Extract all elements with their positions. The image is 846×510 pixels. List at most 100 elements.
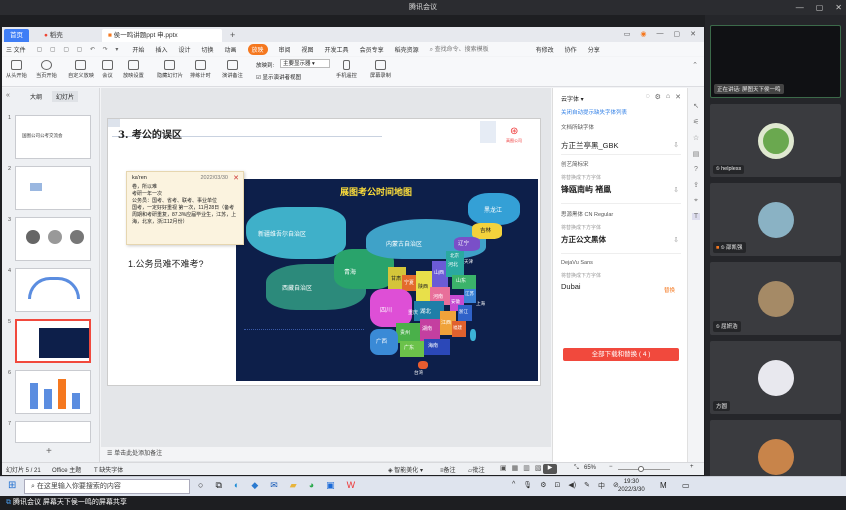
play-slideshow-button[interactable]: ▶ [543, 464, 557, 474]
add-slide-icon[interactable]: + [46, 446, 52, 457]
close-icon[interactable]: ✕ [835, 0, 842, 15]
widgets-icon[interactable]: ⧉ [215, 480, 221, 491]
star-icon[interactable]: ☆ [693, 134, 699, 142]
menu-member[interactable]: 会员专享 [360, 45, 384, 54]
command-search[interactable]: ⌕ 查找命令、搜索模板 [430, 44, 489, 54]
download-replace-all-button[interactable]: 全部下载和替换 ( 4 ) [563, 348, 679, 361]
edge-icon[interactable]: ◐ [234, 480, 239, 491]
new-tab-button[interactable]: + [224, 29, 241, 42]
language-indicator[interactable]: 中 [598, 481, 605, 491]
folder-icon[interactable]: ▰ [290, 480, 297, 491]
menu-insert[interactable]: 插入 [155, 45, 167, 54]
location-icon[interactable]: ⌖ [694, 197, 698, 205]
slide-thumb-5[interactable] [15, 319, 91, 363]
participant-tile[interactable]: ⦸ 屈妍浩 [710, 262, 841, 335]
slide-thumb-4[interactable] [15, 268, 91, 312]
tab-home[interactable]: 首页 [4, 29, 29, 42]
text-icon[interactable]: T [691, 213, 701, 220]
download-icon[interactable]: ⇩ [673, 186, 679, 194]
share-icon[interactable]: ⇪ [693, 181, 699, 189]
mic-icon[interactable]: 🎙 [523, 481, 532, 491]
template-icon[interactable]: ▤ [693, 150, 700, 158]
help-icon[interactable]: ? [694, 166, 698, 173]
menu-daoke-resources[interactable]: 稻壳资源 [395, 45, 419, 54]
taskbar-m-icon[interactable]: M [660, 481, 667, 490]
tab-daoke[interactable]: ● 稻壳 [38, 29, 69, 42]
rehearse-button[interactable]: 排练计时 [190, 60, 211, 79]
menu-collab[interactable]: 协作 [565, 45, 577, 54]
notes-toggle[interactable]: ≡备注 [440, 465, 456, 474]
tray-settings-icon[interactable]: ⚙ [540, 481, 546, 491]
speaker-notes-button[interactable]: 演讲备注 [222, 60, 243, 79]
windows-start-icon[interactable]: ⊞ [8, 480, 16, 491]
menu-changes[interactable]: 有修改 [536, 45, 554, 54]
smart-beautify-button[interactable]: ◈ 智能美化 ▾ [388, 465, 423, 474]
close-icon[interactable]: ✕ [690, 30, 696, 38]
minimize-icon[interactable]: — [657, 30, 664, 38]
menu-review[interactable]: 审阅 [279, 45, 291, 54]
custom-show-button[interactable]: 自定义放映 [68, 60, 94, 79]
download-icon[interactable]: ⇩ [673, 141, 679, 149]
minimize-icon[interactable]: — [796, 0, 804, 15]
tab-slides[interactable]: 幻灯片 [52, 91, 79, 102]
pointer-icon[interactable]: ↖ [693, 102, 699, 110]
download-icon[interactable]: ⇩ [673, 236, 679, 244]
menu-view[interactable]: 视图 [302, 45, 314, 54]
close-icon[interactable]: ✕ [675, 93, 681, 101]
menu-design[interactable]: 设计 [178, 45, 190, 54]
participant-tile[interactable]: ■ ⦸ 邵凯强 [710, 183, 841, 256]
from-current-button[interactable]: 当页开始 [36, 60, 57, 79]
monitor-select[interactable]: 主要显示器 ▾ [280, 59, 330, 68]
store-icon[interactable]: ◆ [251, 480, 258, 491]
close-comment-icon[interactable]: ✕ [233, 174, 239, 182]
screen-share-bar[interactable]: ⧉ 腾讯会议 屏幕天下侯一鸣的屏幕共享 [0, 496, 846, 510]
network-icon[interactable]: ⊡ [554, 481, 560, 491]
presenter-view-checkbox[interactable]: ☑ 显示演讲者视图 [256, 73, 301, 81]
menu-transition[interactable]: 切换 [201, 45, 213, 54]
participant-tile-speaker[interactable]: 正在讲话: 屏图天下侯一鸣 [710, 25, 841, 98]
notes-bar[interactable]: ☰ 单击此处添加备注 [101, 447, 551, 461]
zoom-slider-handle[interactable] [638, 466, 644, 472]
participant-tile[interactable]: 方圆 [710, 341, 841, 414]
zoom-fit-icon[interactable]: ⤡ [574, 465, 579, 472]
wechat-icon[interactable]: ◕ [309, 480, 314, 491]
input-icon[interactable]: ✎ [584, 481, 590, 491]
close-auto-prompt-link[interactable]: 关闭自动提示缺失字体列表 [561, 108, 627, 116]
menu-slideshow[interactable]: 放映 [247, 43, 268, 55]
maximize-icon[interactable]: ▢ [816, 0, 824, 15]
mail-icon[interactable]: ✉ [270, 480, 278, 491]
ribbon-collapse-icon[interactable]: ⌃ [692, 61, 698, 69]
screen-record-button[interactable]: 屏幕录制 [370, 60, 391, 79]
tab-document[interactable]: ■ 侯一鸣讲题ppt 申.pptx [102, 29, 222, 42]
menu-start[interactable]: 开始 [132, 45, 144, 54]
layout-icon[interactable]: ▭ [624, 30, 631, 38]
menu-file[interactable]: 三 文件 [6, 45, 26, 54]
user-avatar-icon[interactable]: ◉ [640, 30, 646, 38]
settings-icon[interactable]: ⚙ [655, 93, 661, 101]
tab-outline[interactable]: 大纲 [30, 92, 42, 101]
comment-popup[interactable]: ka'ren 2022/03/30 ✕ 卷，所以难 考研一年一次 公务员：国考、… [126, 171, 244, 245]
zoom-slider[interactable] [618, 466, 670, 472]
view-buttons[interactable]: ▣▦▥▧ [500, 464, 546, 472]
phone-remote-button[interactable]: 手机遥控 [336, 60, 357, 79]
comment-toggle[interactable]: ▱批注 [468, 465, 485, 474]
slide-thumb-7[interactable] [15, 421, 91, 443]
volume-icon[interactable]: ◀) [568, 481, 576, 491]
slide-thumb-1[interactable]: 国图公司公考交流会 [15, 115, 91, 159]
chat-icon[interactable]: ◌ [645, 93, 649, 101]
collapse-pane-icon[interactable]: « [6, 92, 10, 99]
menu-animation[interactable]: 动画 [224, 45, 236, 54]
clock[interactable]: 19:30 2022/3/30 [618, 478, 645, 494]
zoom-out-icon[interactable]: − [609, 464, 613, 470]
missing-font-status[interactable]: T 缺失字体 [94, 465, 123, 474]
slide[interactable]: 3. 考公的误区 ⊛ 高图公司 1.公务员难不难考? 展图考公时间地图 新疆维吾… [107, 118, 541, 386]
menu-share[interactable]: 分享 [588, 45, 600, 54]
restore-icon[interactable]: ▢ [674, 30, 681, 38]
taskbar-search[interactable]: ⌕ 在这里输入你要搜索的内容 [24, 479, 190, 494]
slide-thumb-6[interactable] [15, 370, 91, 414]
quick-access-icons[interactable]: ▢ ▢ ▢ ▢ ↶ ↷ ▾ [37, 46, 122, 53]
notification-icon[interactable]: ▭ [682, 481, 690, 490]
show-settings-button[interactable]: 放映设置 [123, 60, 144, 79]
adjust-icon[interactable]: ⚟ [693, 118, 699, 126]
slide-thumb-3[interactable] [15, 217, 91, 261]
